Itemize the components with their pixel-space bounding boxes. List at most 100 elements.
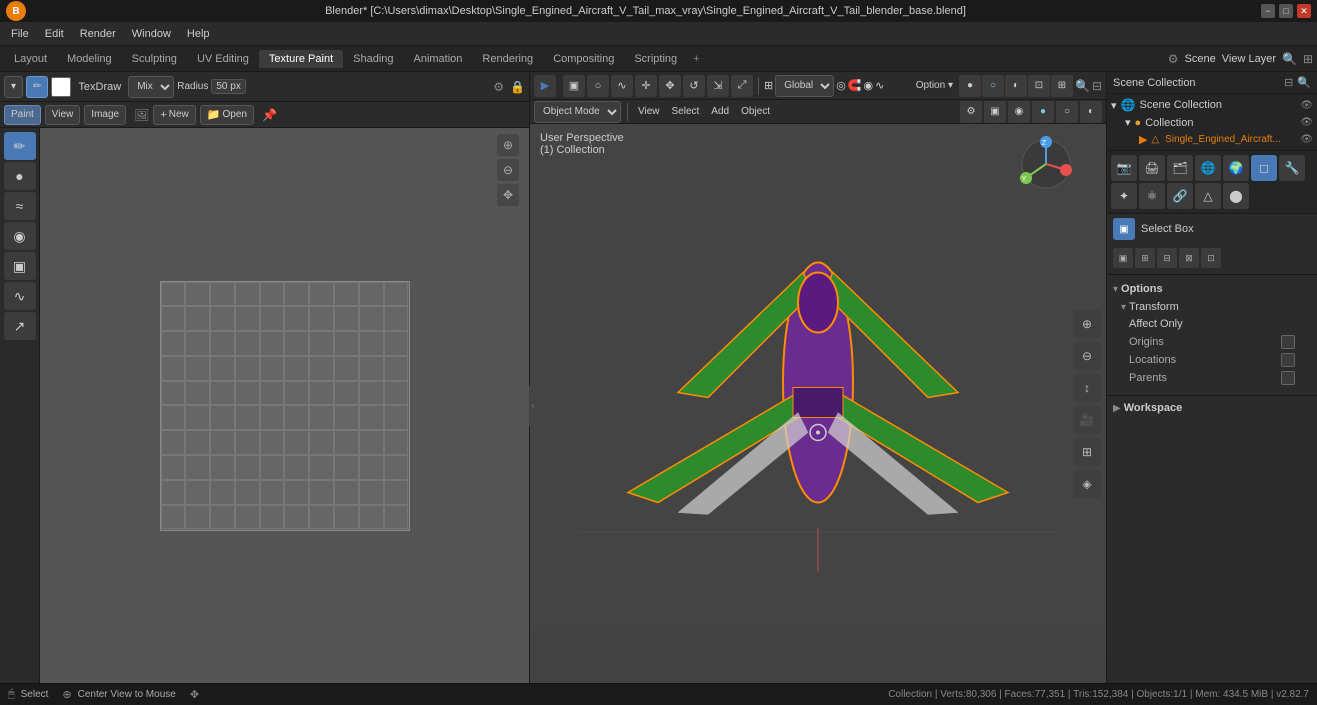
collapse-panel-button[interactable]: ‹ [529,386,537,426]
render-props-icon[interactable]: 📷 [1111,155,1137,181]
settings-icon[interactable]: ⚙ [493,80,504,94]
filter-icon[interactable]: ⊞ [1303,52,1313,66]
camera-button[interactable]: 🎥 [1073,406,1101,434]
search-icon[interactable]: 🔍 [1075,79,1090,93]
soften-tool[interactable]: ● [4,162,36,190]
select-menu[interactable]: Select [668,101,704,123]
move-icon[interactable]: ✥ [659,75,681,97]
smear-tool[interactable]: ≈ [4,192,36,220]
tab-scripting[interactable]: Scripting [624,50,687,68]
tab-compositing[interactable]: Compositing [543,50,624,68]
constraints-props-icon[interactable]: 🔗 [1167,183,1193,209]
invert-select-icon[interactable]: ⊠ [1179,248,1199,268]
object-visibility-icon[interactable]: 👁 [1300,134,1313,145]
collection-visibility-icon[interactable]: 👁 [1300,117,1313,128]
viewport-overlays[interactable]: ⊡ [1028,75,1050,97]
object-row[interactable]: ▶ △ Single_Engined_Aircraft... 👁 [1135,131,1317,148]
gizmo-toggle[interactable]: ⊞ [1051,75,1073,97]
tab-layout[interactable]: Layout [4,50,57,68]
intersect-select-icon[interactable]: ⊡ [1201,248,1221,268]
scene-props-icon[interactable]: 🌐 [1195,155,1221,181]
proportional-icon[interactable]: ◉ [864,79,874,92]
brush-button[interactable]: ✏ [26,76,48,98]
grid-button[interactable]: ⊞ [1073,438,1101,466]
rotate-icon[interactable]: ↺ [683,75,705,97]
view-menu[interactable]: View [634,101,664,123]
tab-shading[interactable]: Shading [343,50,403,68]
scale-icon[interactable]: ⇲ [707,75,729,97]
menu-edit[interactable]: Edit [38,26,71,42]
add-menu[interactable]: Add [707,101,733,123]
viewport-shading-rendered[interactable]: ◐ [1005,75,1027,97]
pan-up-button[interactable]: ↕ [1073,374,1101,402]
paint-button[interactable]: Paint [4,105,41,125]
subtract-select-icon[interactable]: ⊟ [1157,248,1177,268]
falloff-icon[interactable]: ∿ [875,79,884,92]
menu-help[interactable]: Help [180,26,217,42]
draw-tool[interactable]: ✏ [4,132,36,160]
options-button[interactable]: Option ▾ [912,75,957,97]
output-props-icon[interactable]: 🖨 [1139,155,1165,181]
zoom-out-uv[interactable]: ⊖ [497,159,519,181]
parents-checkbox[interactable] [1281,371,1295,385]
tab-rendering[interactable]: Rendering [472,50,543,68]
zoom-in-uv[interactable]: ⊕ [497,134,519,156]
fill-tool[interactable]: ▣ [4,252,36,280]
pan-uv[interactable]: ✥ [497,184,519,206]
close-button[interactable]: ✕ [1297,4,1311,18]
scene-collection-row[interactable]: ▾ 🌐 Scene Collection 👁 [1107,96,1317,114]
tab-modeling[interactable]: Modeling [57,50,122,68]
origins-checkbox[interactable] [1281,335,1295,349]
menu-file[interactable]: File [4,26,36,42]
collection-row[interactable]: ▾ ● Collection 👁 [1121,114,1317,131]
lasso-select-icon[interactable]: ∿ [611,75,633,97]
image-button[interactable]: Image [84,105,126,125]
viewport-material-icon[interactable]: ● [1032,101,1054,123]
viewport-render-icon[interactable]: ⚙ [960,101,982,123]
tab-sculpting[interactable]: Sculpting [122,50,187,68]
viewport-shading-solid[interactable]: ● [959,75,981,97]
extend-select-icon[interactable]: ⊞ [1135,248,1155,268]
minimize-button[interactable]: − [1261,4,1275,18]
open-button[interactable]: 📁 Open [200,105,254,125]
viewport-render2-icon[interactable]: ▣ [984,101,1006,123]
cursor-icon[interactable]: ✛ [635,75,657,97]
add-workspace-button[interactable]: + [687,50,705,68]
particles-props-icon[interactable]: ✦ [1111,183,1137,209]
outliner-filter[interactable]: ⊟ [1284,76,1293,89]
world-props-icon[interactable]: 🌍 [1223,155,1249,181]
menu-window[interactable]: Window [125,26,178,42]
physics-props-icon[interactable]: ⚛ [1139,183,1165,209]
annotate-tool[interactable]: ↗ [4,312,36,340]
maximize-button[interactable]: □ [1279,4,1293,18]
tab-animation[interactable]: Animation [404,50,473,68]
pivot-icon[interactable]: ◎ [836,79,846,92]
modifier-props-icon[interactable]: 🔧 [1279,155,1305,181]
viewport-x-ray-icon[interactable]: ◐ [1080,101,1102,123]
object-mode-select[interactable]: Object Mode [534,101,621,123]
object-data-props-icon[interactable]: △ [1195,183,1221,209]
view-button[interactable]: View [45,105,81,125]
select-mode-button[interactable]: ▶ [534,75,556,97]
local-view-button[interactable]: ◈ [1073,470,1101,498]
viewport-render3-icon[interactable]: ◉ [1008,101,1030,123]
workspace-header[interactable]: ▶ Workspace [1113,402,1311,414]
zoom-out-button[interactable]: ⊖ [1073,342,1101,370]
mode-selector[interactable]: ▾ [4,76,23,98]
viewport-shading-material[interactable]: ○ [982,75,1004,97]
tab-uv-editing[interactable]: UV Editing [187,50,259,68]
color-preview[interactable] [51,77,71,97]
zoom-in-button[interactable]: ⊕ [1073,310,1101,338]
snapping-icon[interactable]: 🧲 [848,79,862,92]
outliner-search[interactable]: 🔍 [1297,76,1311,89]
object-menu[interactable]: Object [737,101,774,123]
transform-header[interactable]: ▾ Transform [1121,299,1303,315]
view-layer-props-icon[interactable]: 🗂 [1167,155,1193,181]
new-button[interactable]: + New [153,105,195,125]
clone-tool[interactable]: ◉ [4,222,36,250]
options-header[interactable]: ▾ Options [1113,281,1311,297]
blend-mode-select[interactable]: Mix [128,76,174,98]
locations-checkbox[interactable] [1281,353,1295,367]
scene-visibility-icon[interactable]: 👁 [1300,100,1313,111]
set-select-icon[interactable]: ▣ [1113,248,1133,268]
